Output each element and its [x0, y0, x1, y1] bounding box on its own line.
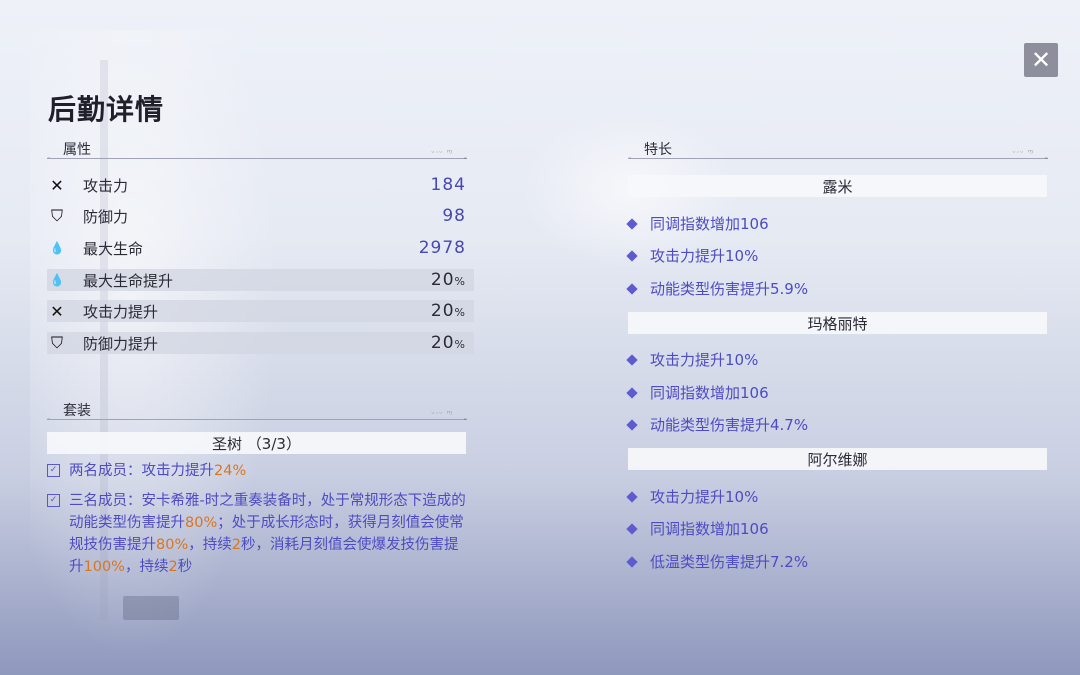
- set-bonus-three: ✓ 三名成员：安卡希雅-时之重奏装备时，处于常规形态下造成的动能类型伤害提升80…: [47, 490, 472, 578]
- perk-item: 动能类型伤害提升4.7%: [626, 414, 808, 435]
- page-title: 后勤详情: [48, 93, 165, 126]
- stat-row-max-hp: 💧 最大生命 2978: [47, 237, 474, 259]
- stat-row-defense-up: ⛉ 防御力提升 20%: [47, 332, 474, 354]
- set-bonus-two: ✓ 两名成员：攻击力提升24%: [47, 460, 477, 482]
- diamond-icon: [626, 418, 638, 431]
- perk-item: 低温类型伤害提升7.2%: [626, 551, 808, 572]
- hp-drop-icon: 💧: [49, 241, 65, 255]
- perk-item: 同调指数增加106: [626, 518, 769, 539]
- diamond-icon: [626, 386, 638, 399]
- stat-row-max-hp-up: 💧 最大生命提升 20%: [47, 269, 474, 291]
- stat-row-attack-up: ✕ 攻击力提升 20%: [47, 300, 474, 322]
- close-button[interactable]: ✕: [1024, 43, 1058, 77]
- stat-row-defense: ⛉ 防御力 98: [47, 205, 474, 227]
- perk-item: 同调指数增加106: [626, 382, 769, 403]
- specialty-group-name: 露米: [628, 175, 1047, 197]
- perk-item: 攻击力提升10%: [626, 349, 758, 370]
- perk-item: 攻击力提升10%: [626, 245, 758, 266]
- set-name-bar: 圣树 （3/3）: [47, 432, 466, 454]
- stat-row-attack: ✕ 攻击力 184: [47, 174, 474, 196]
- perk-item: 攻击力提升10%: [626, 486, 758, 507]
- defense-icon: ⛉: [50, 206, 63, 225]
- diamond-icon: [626, 217, 638, 230]
- specialty-group-name: 玛格丽特: [628, 312, 1047, 334]
- diamond-icon: [626, 282, 638, 295]
- diamond-icon: [626, 522, 638, 535]
- diamond-icon: [626, 353, 638, 366]
- checkbox-icon: ✓: [47, 494, 60, 507]
- background-button: [123, 596, 179, 620]
- close-icon[interactable]: ✕: [1031, 48, 1051, 72]
- attack-icon: ✕: [50, 301, 64, 321]
- perk-item: 同调指数增加106: [626, 213, 769, 234]
- attack-icon: ✕: [50, 175, 64, 195]
- specialty-group-name: 阿尔维娜: [628, 448, 1047, 470]
- perk-item: 动能类型伤害提升5.9%: [626, 278, 808, 299]
- diamond-icon: [626, 249, 638, 262]
- defense-icon: ⛉: [50, 333, 63, 352]
- hp-drop-icon: 💧: [49, 273, 65, 287]
- diamond-icon: [626, 555, 638, 568]
- checkbox-icon: ✓: [47, 464, 60, 477]
- diamond-icon: [626, 490, 638, 503]
